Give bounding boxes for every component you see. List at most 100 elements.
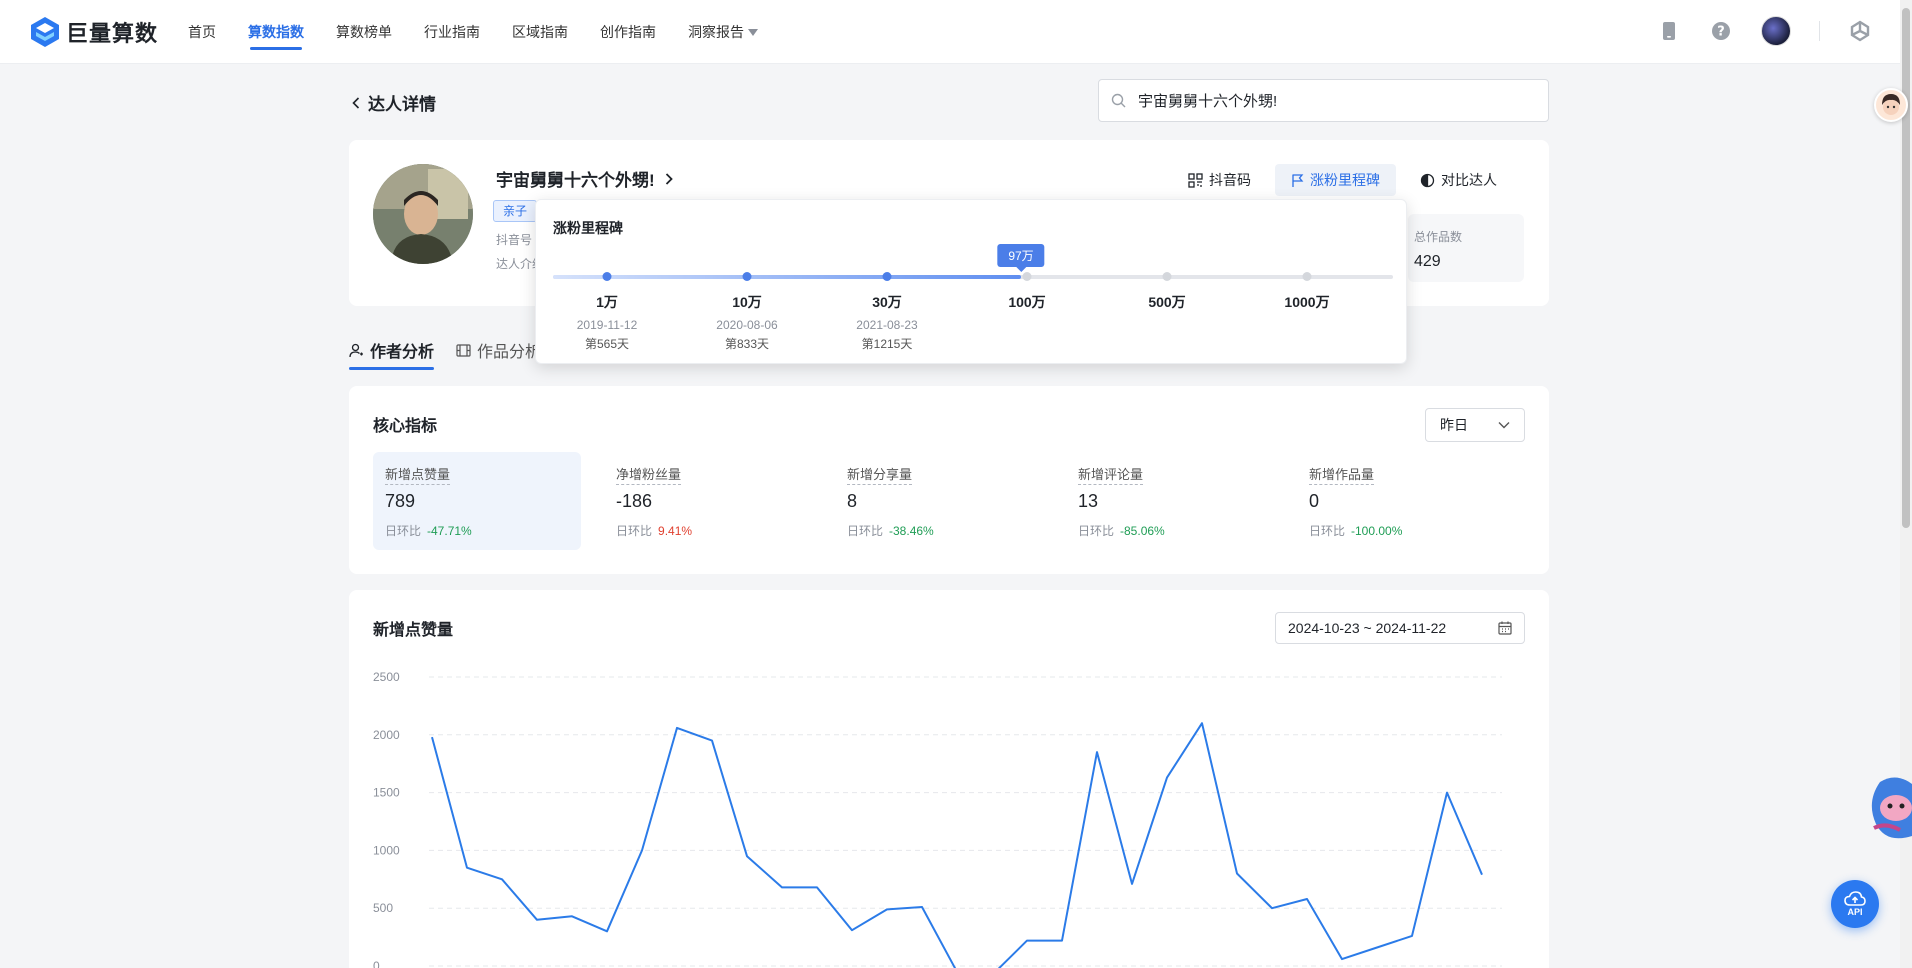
metric-card[interactable]: 新增评论量 13 日环比 -85.06% — [1066, 452, 1274, 550]
data-point[interactable] — [881, 903, 893, 915]
milestone-item: 1000万 — [1284, 292, 1329, 318]
compare-button[interactable]: 对比达人 — [1404, 164, 1513, 196]
data-point[interactable] — [1266, 902, 1278, 914]
y-tick-label: 0 — [373, 959, 380, 968]
data-point[interactable] — [1336, 953, 1348, 965]
data-point[interactable] — [741, 850, 753, 862]
milestone-item: 10万 2020-08-06 第833天 — [716, 292, 777, 352]
period-select[interactable]: 昨日 — [1425, 408, 1525, 442]
data-point[interactable] — [496, 873, 508, 885]
assistant-avatar[interactable] — [1874, 88, 1908, 122]
data-point[interactable] — [811, 881, 823, 893]
app-switch-icon[interactable] — [1848, 19, 1872, 43]
douyin-code-label: 抖音码 — [1209, 172, 1251, 188]
mobile-icon[interactable] — [1657, 19, 1681, 43]
data-point[interactable] — [1441, 787, 1453, 799]
nav-item-label: 区域指南 — [512, 24, 568, 40]
line-chart: 0 500 1000 1500 2000 2500 — [373, 670, 1502, 968]
data-point[interactable] — [706, 735, 718, 747]
data-point[interactable] — [636, 844, 648, 856]
logo-text: 巨量算数 — [66, 21, 159, 46]
data-point[interactable] — [1196, 717, 1208, 729]
data-point[interactable] — [1161, 772, 1173, 784]
data-point[interactable] — [671, 722, 683, 734]
tab-author-analysis[interactable]: 作者分析 — [349, 332, 435, 370]
nav-item-index[interactable]: 算数指数 — [248, 0, 304, 64]
top-right-tools: ? — [1657, 16, 1872, 46]
creator-name-link[interactable]: 宇宙舅舅十六个外甥! — [496, 166, 673, 191]
change-value: -38.46% — [889, 524, 934, 538]
tab-works-analysis[interactable]: 作品分析 — [456, 332, 541, 368]
data-point[interactable] — [1056, 935, 1068, 947]
milestone-level: 30万 — [872, 294, 902, 310]
y-tick-label: 500 — [373, 901, 393, 915]
data-point[interactable] — [846, 924, 858, 936]
back-button[interactable]: 达人详情 — [352, 90, 436, 115]
change-value: -47.71% — [427, 524, 472, 538]
nav-item-label: 首页 — [188, 24, 216, 40]
metric-change: 日环比 9.41% — [616, 522, 800, 539]
metric-card[interactable]: 新增点赞量 789 日环比 -47.71% — [373, 452, 581, 550]
period-value: 昨日 — [1440, 417, 1468, 433]
compare-label: 日环比 — [1078, 524, 1115, 538]
logo[interactable]: 巨量算数 — [30, 15, 158, 49]
douyin-code-button[interactable]: 抖音码 — [1172, 164, 1267, 196]
metric-card[interactable]: 新增分享量 8 日环比 -38.46% — [835, 452, 1043, 550]
nav-item-creation[interactable]: 创作指南 — [600, 0, 656, 64]
milestone-item: 100万 — [1008, 292, 1045, 318]
scrollbar-thumb[interactable] — [1902, 8, 1910, 528]
divider — [1819, 21, 1820, 41]
data-point[interactable] — [426, 731, 438, 743]
data-point[interactable] — [1126, 878, 1138, 890]
user-avatar[interactable] — [1761, 16, 1791, 46]
metric-value: -186 — [616, 491, 653, 511]
search-box[interactable] — [1098, 79, 1549, 122]
core-metrics-card: 核心指标 昨日 新增点赞量 789 日环比 -47.71% 净增粉丝量 -186 日环比 9.… — [349, 386, 1549, 574]
data-point[interactable] — [1301, 893, 1313, 905]
data-point[interactable] — [566, 910, 578, 922]
metric-value: 789 — [385, 491, 416, 511]
y-tick-label: 2500 — [373, 670, 400, 684]
data-point[interactable] — [916, 901, 928, 913]
data-point[interactable] — [1476, 869, 1488, 881]
metric-card[interactable]: 净增粉丝量 -186 日环比 9.41% — [604, 452, 812, 550]
nav-item-reports[interactable]: 洞察报告 — [688, 0, 758, 64]
search-input[interactable] — [1138, 92, 1518, 109]
section-title: 核心指标 — [373, 418, 438, 435]
mascot-widget[interactable] — [1866, 772, 1912, 844]
data-point[interactable] — [1021, 935, 1033, 947]
compare-label: 日环比 — [385, 524, 422, 538]
metric-card[interactable]: 新增作品量 0 日环比 -100.00% — [1297, 452, 1505, 550]
creator-avatar[interactable] — [373, 164, 473, 264]
qr-code-icon — [1188, 172, 1203, 188]
milestone-level: 10万 — [732, 294, 762, 310]
api-button[interactable]: API — [1831, 880, 1879, 928]
data-point[interactable] — [776, 881, 788, 893]
search-icon — [1111, 93, 1126, 108]
compare-label: 对比达人 — [1441, 172, 1497, 188]
douyin-id-label: 抖音号 — [496, 233, 533, 247]
data-point[interactable] — [601, 925, 613, 937]
logo-icon — [31, 17, 59, 47]
milestone-progress — [553, 275, 1021, 279]
data-point[interactable] — [1406, 930, 1418, 942]
metric-label: 新增作品量 — [1309, 464, 1375, 485]
data-point[interactable] — [1231, 868, 1243, 880]
nav-item-rankings[interactable]: 算数榜单 — [336, 0, 392, 64]
help-icon[interactable]: ? — [1709, 19, 1733, 43]
data-point[interactable] — [1091, 746, 1103, 758]
nav-item-home[interactable]: 首页 — [188, 0, 216, 64]
current-fans-badge: 97万 — [997, 244, 1045, 272]
milestone-button[interactable]: 涨粉里程碑 — [1275, 164, 1396, 196]
nav-item-region[interactable]: 区域指南 — [512, 0, 568, 64]
nav-item-industry[interactable]: 行业指南 — [424, 0, 480, 64]
data-point[interactable] — [461, 862, 473, 874]
category-tag: 亲子 — [493, 200, 538, 222]
milestone-label: 涨粉里程碑 — [1310, 172, 1380, 188]
data-point[interactable] — [531, 914, 543, 926]
compare-label: 日环比 — [1309, 524, 1346, 538]
data-point[interactable] — [1371, 942, 1383, 954]
y-tick-label: 1500 — [373, 786, 400, 800]
change-value: 9.41% — [658, 524, 693, 538]
metric-change: 日环比 -100.00% — [1309, 522, 1493, 539]
